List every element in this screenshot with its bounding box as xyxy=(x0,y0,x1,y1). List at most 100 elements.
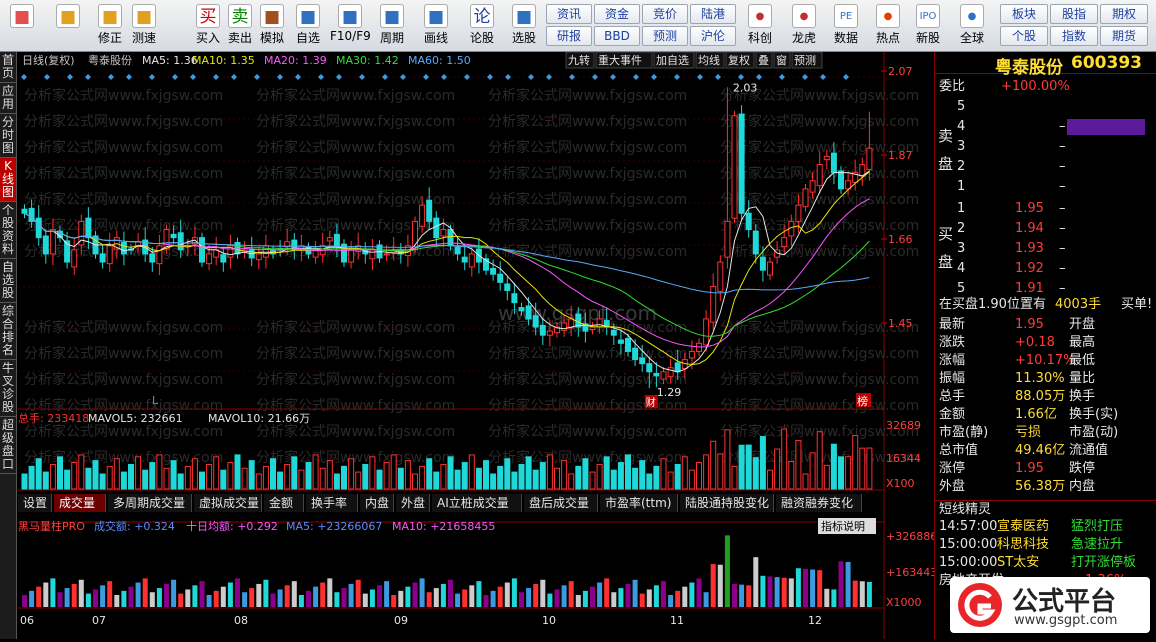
toolbar-drawline-button[interactable]: ■ 画线 xyxy=(416,2,456,50)
left-tab[interactable]: 牛叉诊股 xyxy=(0,360,16,417)
buy-price: 1.95 xyxy=(1015,201,1044,216)
subtab[interactable]: 外盘 xyxy=(396,494,430,512)
candle-body xyxy=(49,229,56,255)
volume-bar xyxy=(362,463,369,490)
indicator-bar xyxy=(788,578,794,607)
toolbar-picker-button[interactable]: ■ 选股 xyxy=(504,2,544,50)
toolbar-back-button[interactable]: ■ xyxy=(50,2,86,50)
volume-bar xyxy=(461,462,468,490)
grid-button[interactable]: 期货 xyxy=(1100,26,1148,46)
volume-bar xyxy=(774,448,781,490)
subtab[interactable]: 金额 xyxy=(264,494,304,512)
indicator-bar xyxy=(653,585,659,607)
volume-bar xyxy=(213,456,220,490)
kline-svg[interactable]: 分析家公式网www.fxjgsw.com 分析家公式网www.fxjgsw.com… xyxy=(18,51,937,639)
indicator-bar xyxy=(419,578,425,607)
volume-bar xyxy=(554,467,560,490)
weibi-value: +100.00% xyxy=(1001,79,1070,94)
toolbar-speedtest-button[interactable]: ■ 测速 xyxy=(124,2,164,50)
left-tab[interactable]: 综合排名 xyxy=(0,303,16,360)
subtab[interactable]: 成交量 xyxy=(54,494,106,512)
indicator-bar xyxy=(156,588,162,607)
candle-body xyxy=(738,113,745,214)
watermark-text: 分析家公式网www.fxjgsw.com xyxy=(256,217,455,234)
indicator-bar xyxy=(533,583,539,607)
clock-icon: ■ xyxy=(132,4,156,28)
subtab[interactable]: AI立桩成交量 xyxy=(432,494,522,512)
toolbar-ipo-button[interactable]: IPO 新股 xyxy=(908,2,948,50)
subtab[interactable]: 市盈率(ttm) xyxy=(600,494,678,512)
candle-body xyxy=(199,237,205,263)
grid-button[interactable]: 竞价 xyxy=(642,4,688,24)
subtab[interactable]: 设置 xyxy=(18,494,52,512)
left-tab[interactable]: 个股资料 xyxy=(0,202,16,259)
grid-button[interactable]: 沪伦 xyxy=(690,26,736,46)
kline-chart[interactable]: 分析家公式网www.fxjgsw.com 分析家公式网www.fxjgsw.com… xyxy=(18,51,937,639)
indicator-bar xyxy=(114,595,120,607)
subtab[interactable]: 内盘 xyxy=(360,494,394,512)
left-tab[interactable]: 应用 xyxy=(0,83,16,114)
subtab[interactable]: 陆股通持股变化 xyxy=(680,494,774,512)
left-tab[interactable]: 超级盘口 xyxy=(0,417,16,474)
candle-body xyxy=(426,199,433,222)
grid-button[interactable]: 股指 xyxy=(1050,4,1098,24)
toolbar-hot-button[interactable]: ● 热点 xyxy=(868,2,908,50)
header-button-label: 叠 xyxy=(758,54,769,67)
stat-label: 最新 xyxy=(939,317,966,332)
volume-bar xyxy=(767,469,773,490)
toolbar-kechuang-button[interactable]: ● 科创 xyxy=(740,2,780,50)
subtab[interactable]: 融资融券变化 xyxy=(776,494,862,512)
stat-label: 外盘 xyxy=(939,479,966,494)
volume-bar xyxy=(582,458,589,490)
grid-button[interactable]: 指数 xyxy=(1050,26,1098,46)
grid-button[interactable]: 期权 xyxy=(1100,4,1148,24)
grid-button[interactable]: 资金 xyxy=(594,4,640,24)
indicator-bar xyxy=(490,590,496,607)
left-tab[interactable]: 首页 xyxy=(0,52,16,83)
indicator-bar xyxy=(121,590,127,607)
toolbar-f10-button[interactable]: ■ F10/F9 xyxy=(330,2,371,50)
volume-bar xyxy=(518,463,525,490)
volume-bar xyxy=(390,454,397,490)
subtab[interactable]: 换手率 xyxy=(306,494,358,512)
candle-body xyxy=(326,237,333,242)
volume-bar xyxy=(319,467,326,490)
grid-button[interactable]: 研报 xyxy=(546,26,592,46)
grid-button[interactable]: 资讯 xyxy=(546,4,592,24)
subtab[interactable]: 虚拟成交量 xyxy=(194,494,262,512)
vol-mav10: MAVOL10: 21.66万 xyxy=(208,412,310,425)
subtab[interactable]: 盘后成交量 xyxy=(524,494,598,512)
toolbar-label: 选股 xyxy=(511,31,536,45)
toolbar-period-button[interactable]: ■ 周期 xyxy=(372,2,412,50)
volume-bar xyxy=(163,467,170,490)
stat-value: 1.66亿 xyxy=(1015,407,1057,422)
indicator-bar xyxy=(263,579,269,607)
toolbar-data-button[interactable]: PE 数据 xyxy=(826,2,866,50)
candle-body xyxy=(433,217,440,239)
volume-bar xyxy=(866,447,873,490)
toolbar-watchlist-button[interactable]: ■ 自选 xyxy=(288,2,328,50)
indicator-bar xyxy=(57,592,63,607)
left-tab[interactable]: 分时图 xyxy=(0,114,16,158)
grid-button[interactable]: 陆港 xyxy=(690,4,736,24)
grid-button[interactable]: 板块 xyxy=(1000,4,1048,24)
candle-body xyxy=(149,253,156,263)
indicator-bar xyxy=(497,586,503,607)
toolbar-global-button[interactable]: ● 全球 xyxy=(952,2,992,50)
left-tab[interactable]: K线图 xyxy=(0,158,16,202)
stat-label: 总市值 xyxy=(939,443,979,458)
grid-button[interactable]: 个股 xyxy=(1000,26,1048,46)
indicator-bar xyxy=(675,590,681,607)
toolbar-home-button[interactable]: ■ xyxy=(4,2,40,50)
left-tab[interactable]: 自选股 xyxy=(0,259,16,303)
grid-button[interactable]: 预测 xyxy=(642,26,688,46)
toolbar-discuss-button[interactable]: 论论股 xyxy=(462,2,502,50)
candle-body xyxy=(710,285,717,323)
toolbar-longhu-button[interactable]: ● 龙虎 xyxy=(784,2,824,50)
candle-body xyxy=(823,155,830,161)
toolbar-simulate-button[interactable]: ■ 模拟 xyxy=(252,2,292,50)
indicator-bar xyxy=(632,579,638,607)
grid-button[interactable]: BBD xyxy=(594,26,640,46)
indicator-bar xyxy=(107,581,113,607)
subtab[interactable]: 多周期成交量 xyxy=(108,494,192,512)
